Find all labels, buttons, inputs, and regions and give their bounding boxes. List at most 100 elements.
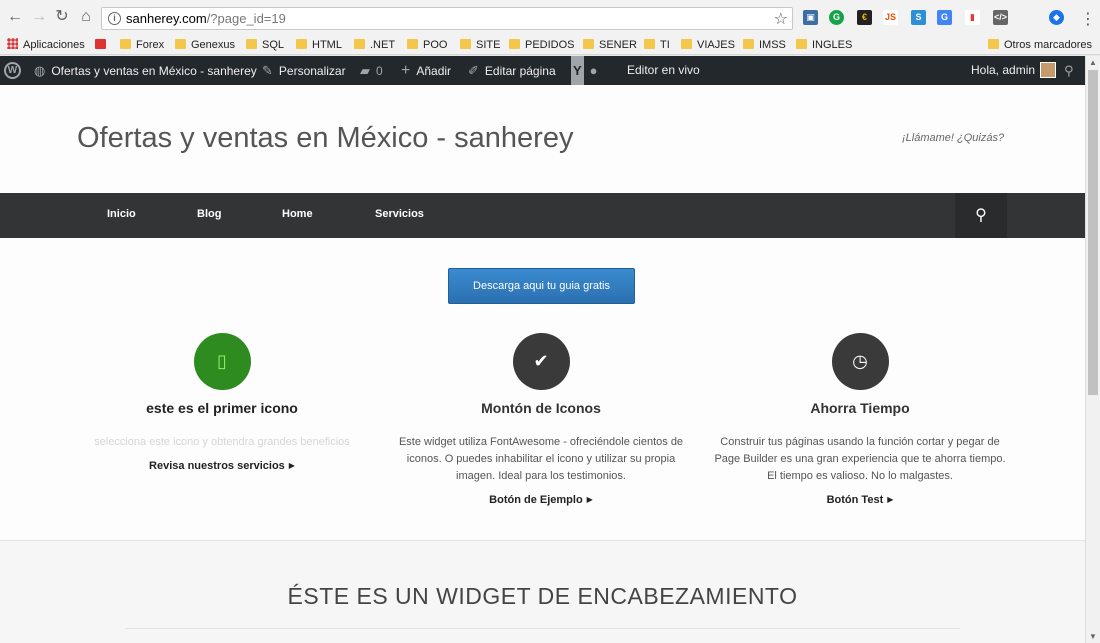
bookmark-label: SQL xyxy=(262,39,285,51)
bookmark-item[interactable]: IMSS xyxy=(743,38,786,52)
bookmark-label: POO xyxy=(423,39,448,51)
bookmark-apps[interactable]: Aplicaciones xyxy=(7,38,85,52)
adminbar-edit-page[interactable]: ✐ Editar página xyxy=(468,56,556,85)
feature-block: ▯ este es el primer icono selecciona est… xyxy=(72,333,372,472)
chart-extension-icon[interactable]: ▮ xyxy=(965,10,980,25)
site-title[interactable]: Ofertas y ventas en México - sanherey xyxy=(77,122,573,155)
bookmarks-bar: Aplicaciones Forex Genexus SQL HTML .NET… xyxy=(0,35,1100,55)
check-circle-icon: ✔ xyxy=(512,333,570,390)
wordpress-logo-icon[interactable]: W xyxy=(4,62,21,79)
adminbar-search[interactable]: ⚲ xyxy=(1064,56,1080,85)
translate-icon[interactable]: G xyxy=(937,10,952,25)
adminbar-yoast[interactable]: Y ● xyxy=(571,56,604,85)
browser-menu-icon[interactable]: ⋮ xyxy=(1080,9,1096,29)
bookmark-item[interactable]: INGLES xyxy=(796,38,852,52)
extension-icon[interactable]: ▣ xyxy=(803,10,818,25)
status-dot-icon: ● xyxy=(589,63,598,78)
nav-item-home[interactable]: Home xyxy=(282,208,313,220)
adminbar-label: Editar página xyxy=(484,64,556,78)
bookmark-item[interactable]: .NET xyxy=(354,38,395,52)
adminbar-comments[interactable]: ▰ 0 xyxy=(360,56,383,85)
folder-icon xyxy=(175,39,186,49)
feature-text: Construir tus páginas usando la función … xyxy=(714,436,1006,482)
bookmark-item[interactable]: Forex xyxy=(120,38,164,52)
info-icon[interactable]: i xyxy=(108,12,121,25)
bookmark-item[interactable]: HTML xyxy=(296,38,342,52)
nav-search-button[interactable]: ⚲ xyxy=(955,193,1007,238)
extension-icon[interactable]: S xyxy=(911,10,926,25)
feature-text: selecciona este icono y obtendra grandes… xyxy=(94,436,350,448)
adminbar-live-editor[interactable]: Editor en vivo xyxy=(627,56,700,85)
feature-text: Este widget utiliza FontAwesome - ofreci… xyxy=(398,436,684,482)
wp-admin-bar: W ◍ Ofertas y ventas en México - sanherey… xyxy=(0,56,1085,85)
bookmark-label: TI xyxy=(660,39,670,51)
bookmark-label: Otros marcadores xyxy=(1004,39,1093,51)
url-path: /?page_id=19 xyxy=(206,11,286,26)
gift-icon xyxy=(95,39,106,49)
address-bar[interactable]: i sanherey.com/?page_id=19 ☆ xyxy=(101,7,793,30)
feature-block: ◷ Ahorra Tiempo Construir tus páginas us… xyxy=(710,333,1010,506)
scroll-down-icon[interactable]: ▼ xyxy=(1089,632,1097,641)
bookmark-label: Aplicaciones xyxy=(23,39,85,51)
scroll-up-icon[interactable]: ▲ xyxy=(1089,58,1097,67)
folder-icon xyxy=(120,39,131,49)
back-icon[interactable]: ← xyxy=(6,8,24,26)
feature-link[interactable]: Revisa nuestros servicios ▶ xyxy=(72,460,372,472)
feature-link[interactable]: Botón de Ejemplo ▶ xyxy=(391,494,691,506)
adminbar-label: Editor en vivo xyxy=(627,63,700,77)
bookmark-item[interactable]: PEDIDOS xyxy=(509,38,575,52)
main-navigation: Inicio Blog Home Servicios ⚲ xyxy=(0,193,1085,238)
extension-icon[interactable]: ◆ xyxy=(1049,10,1064,25)
mobile-icon: ▯ xyxy=(193,333,251,390)
adminbar-site-name[interactable]: ◍ Ofertas y ventas en México - sanherey xyxy=(34,56,257,85)
heading-widget-section: ÉSTE ES UN WIDGET DE ENCABEZAMIENTO xyxy=(0,540,1085,643)
bookmark-star-icon[interactable]: ☆ xyxy=(774,9,788,29)
home-icon[interactable]: ⌂ xyxy=(77,8,95,26)
brush-icon: ✎ xyxy=(262,63,273,78)
arrow-right-icon: ▶ xyxy=(887,495,894,504)
bookmark-item[interactable]: TI xyxy=(644,38,670,52)
feature-link-label: Botón de Ejemplo xyxy=(489,494,583,506)
page-scrollbar[interactable]: ▲ ▼ xyxy=(1085,56,1100,643)
folder-icon xyxy=(354,39,365,49)
forward-icon[interactable]: → xyxy=(30,8,48,26)
nav-item-blog[interactable]: Blog xyxy=(197,208,221,220)
grammarly-icon[interactable]: G xyxy=(829,10,844,25)
nav-item-servicios[interactable]: Servicios xyxy=(375,208,424,220)
adminbar-account[interactable]: Hola, admin xyxy=(971,56,1057,85)
feature-link[interactable]: Botón Test ▶ xyxy=(710,494,1010,506)
bookmark-favicon[interactable] xyxy=(95,38,111,52)
feature-link-label: Botón Test xyxy=(826,494,884,506)
site-tagline: ¡Llámame! ¿Quizás? xyxy=(902,132,1005,144)
bookmark-item[interactable]: SENER xyxy=(583,38,637,52)
nav-item-inicio[interactable]: Inicio xyxy=(107,208,136,220)
adminbar-label: Ofertas y ventas en México - sanherey xyxy=(51,64,257,78)
folder-icon xyxy=(796,39,807,49)
bookmark-other[interactable]: Otros marcadores xyxy=(988,38,1092,52)
bookmark-item[interactable]: Genexus xyxy=(175,38,235,52)
url-text: sanherey.com/?page_id=19 xyxy=(126,11,286,26)
folder-icon xyxy=(644,39,655,49)
adminbar-label: Hola, admin xyxy=(971,63,1036,77)
reload-icon[interactable]: ↻ xyxy=(53,8,71,26)
section-heading: ÉSTE ES UN WIDGET DE ENCABEZAMIENTO xyxy=(287,583,798,609)
extension-icon[interactable]: JS xyxy=(883,10,898,25)
folder-icon xyxy=(583,39,594,49)
scroll-thumb[interactable] xyxy=(1088,70,1098,395)
code-extension-icon[interactable]: </> xyxy=(993,10,1008,25)
bookmark-item[interactable]: POO xyxy=(407,38,447,52)
bookmark-item[interactable]: SITE xyxy=(460,38,500,52)
bookmark-label: .NET xyxy=(370,39,396,51)
extension-icon[interactable]: € xyxy=(857,10,872,25)
bookmark-item[interactable]: VIAJES xyxy=(681,38,735,52)
bookmark-label: HTML xyxy=(312,39,342,51)
pencil-icon: ✐ xyxy=(468,63,479,78)
bookmark-label: VIAJES xyxy=(697,39,735,51)
dashboard-icon: ◍ xyxy=(34,63,46,78)
download-guide-button[interactable]: Descarga aqui tu guia gratis xyxy=(448,268,635,304)
bookmark-item[interactable]: SQL xyxy=(246,38,284,52)
adminbar-customize[interactable]: ✎ Personalizar xyxy=(262,56,346,85)
adminbar-new[interactable]: + Añadir xyxy=(401,56,451,85)
arrow-right-icon: ▶ xyxy=(288,461,295,470)
feature-title: Montón de Iconos xyxy=(481,400,601,416)
